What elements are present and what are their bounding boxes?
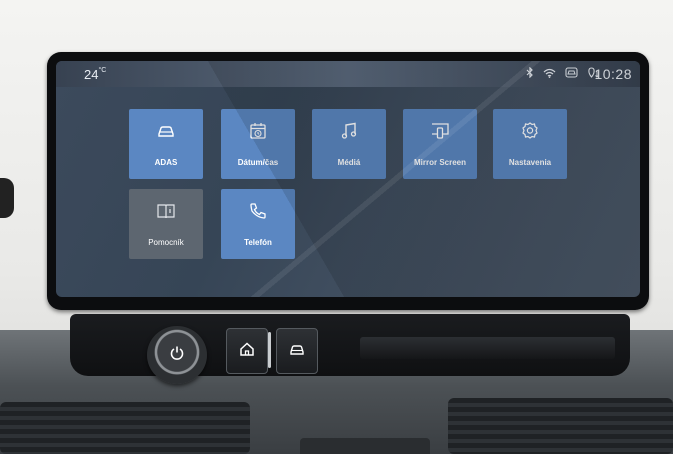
phone-icon	[248, 201, 268, 221]
power-volume-knob[interactable]	[147, 326, 207, 384]
app-label: Nastavenia	[508, 158, 552, 167]
clock: 10:28	[594, 66, 632, 82]
car-connect-icon	[565, 67, 578, 78]
music-note-icon	[339, 121, 359, 141]
trim-bar	[360, 337, 615, 359]
status-bar: 24°C 10:28	[56, 61, 640, 87]
status-icons	[526, 67, 600, 78]
outside-temperature: 24°C	[84, 67, 107, 82]
car-icon	[156, 121, 176, 141]
home-button[interactable]	[226, 328, 268, 374]
phone-mirror-icon	[430, 121, 450, 141]
center-console-slot	[300, 438, 430, 454]
app-tile-settings[interactable]: Nastavenia	[493, 109, 567, 179]
app-label: Mirror Screen	[413, 158, 467, 167]
car-icon	[289, 341, 305, 362]
app-tile-assistant[interactable]: Pomocník	[129, 189, 203, 259]
app-tile-phone[interactable]: Telefón	[221, 189, 295, 259]
app-label: Médiá	[337, 158, 361, 167]
app-tile-mirror-screen[interactable]: Mirror Screen	[403, 109, 477, 179]
gear-icon	[520, 121, 540, 141]
app-label: Telefón	[244, 238, 272, 247]
calendar-clock-icon	[248, 121, 268, 141]
power-icon	[169, 345, 185, 366]
wifi-icon	[543, 68, 556, 78]
home-icon	[239, 341, 255, 362]
infotainment-screen: 24°C 10:28 ADAS Dátum/čas Médiá Mirror S…	[56, 61, 640, 297]
bluetooth-icon	[526, 67, 534, 78]
app-tile-date-time[interactable]: Dátum/čas	[221, 109, 295, 179]
vehicle-button[interactable]	[276, 328, 318, 374]
app-tile-media[interactable]: Médiá	[312, 109, 386, 179]
app-label: Pomocník	[148, 238, 184, 247]
app-tile-adas[interactable]: ADAS	[129, 109, 203, 179]
app-label: ADAS	[154, 158, 178, 167]
side-control	[0, 178, 14, 218]
book-info-icon	[156, 201, 176, 221]
app-label: Dátum/čas	[237, 158, 279, 167]
button-divider	[268, 332, 271, 368]
air-vent-right	[448, 398, 673, 454]
air-vent-left	[0, 402, 250, 454]
